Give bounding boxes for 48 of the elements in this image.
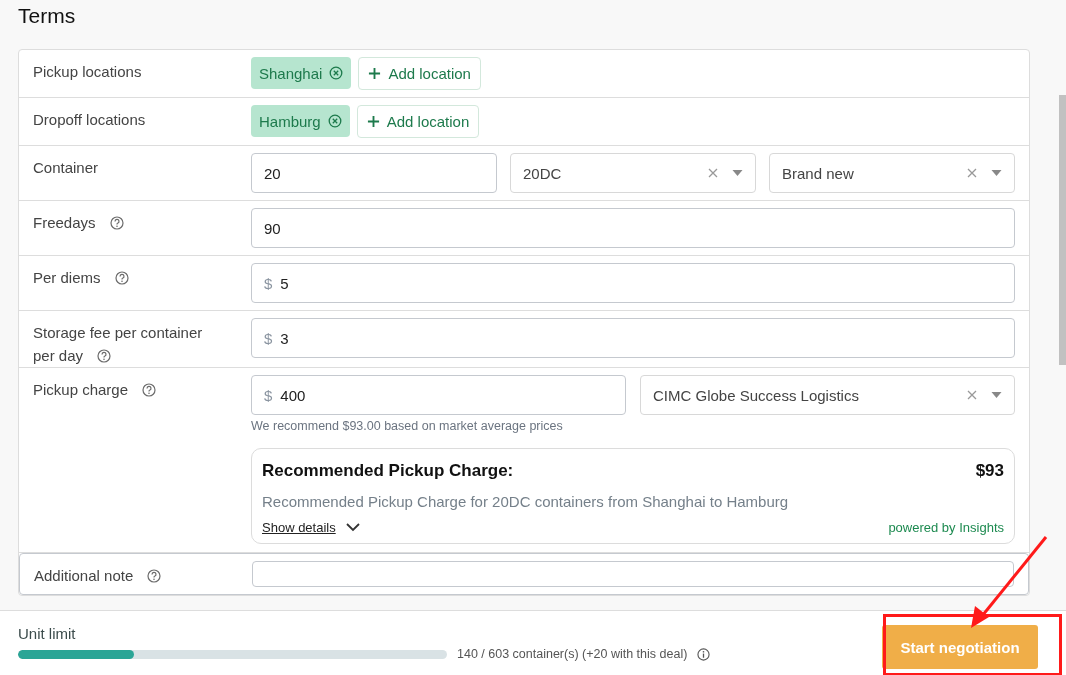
caret-icon [732,170,743,176]
plus-icon [368,67,382,80]
caret-icon [991,392,1002,398]
help-icon[interactable] [147,569,162,583]
input-field[interactable]: $ 3 [251,318,1015,358]
scrollbar[interactable] [1059,95,1066,365]
remove-icon[interactable] [327,114,342,128]
help-icon[interactable] [114,271,129,285]
field-label: Pickup charge [33,378,157,401]
help-icon[interactable] [109,216,124,230]
price-text: $93 [975,461,1004,481]
field-label: Dropoff locations [33,110,146,130]
select-field[interactable]: 20DC [510,153,756,193]
field-label: Freedays [33,211,124,234]
field-label: Per diems [33,266,129,289]
select-field[interactable]: Brand new [769,153,1015,193]
quantity-field[interactable]: 20 [251,153,497,193]
input-field[interactable]: 90 [251,208,1015,248]
note-field[interactable] [252,561,1014,587]
show-details-link[interactable]: Show details [262,520,336,535]
field-label: Container [33,158,99,178]
help-icon[interactable] [142,383,157,397]
clear-icon[interactable] [967,168,977,178]
add-location-button[interactable]: Add location [358,57,481,90]
chevron-down-icon[interactable] [345,523,360,532]
remove-icon[interactable] [329,66,344,80]
caret-icon [991,170,1002,176]
usage-text: 140 / 603 container(s) (+20 with this deal) [457,647,688,661]
section-title: Terms [18,4,77,29]
clear-icon[interactable] [708,168,718,178]
clear-icon[interactable] [967,390,977,400]
plus-icon [366,115,380,128]
hint-text: We recommend $93.00 based on market average prices [251,419,564,433]
field-label: Pickup locations [33,62,142,82]
location-tag[interactable]: Shanghai [251,57,352,89]
unit-limit-label: Unit limit [18,625,76,642]
card-description: Recommended Pickup Charge for 20DC containers from Shanghai to Hamburg [262,493,790,510]
field-label: Storage fee per container per day [33,323,204,366]
input-field[interactable]: $ 5 [251,263,1015,303]
credit-text: powered by Insights [888,520,1004,535]
location-tag[interactable]: Hamburg [251,105,350,137]
info-icon[interactable] [697,647,711,661]
input-field[interactable]: $ 400 [251,375,626,415]
add-location-button[interactable]: Add location [356,105,480,138]
card-title: Recommended Pickup Charge: [262,461,514,481]
help-icon[interactable] [97,349,112,363]
field-label: Additional note [34,564,162,587]
select-field[interactable]: CIMC Globe Success Logistics [640,375,1015,415]
